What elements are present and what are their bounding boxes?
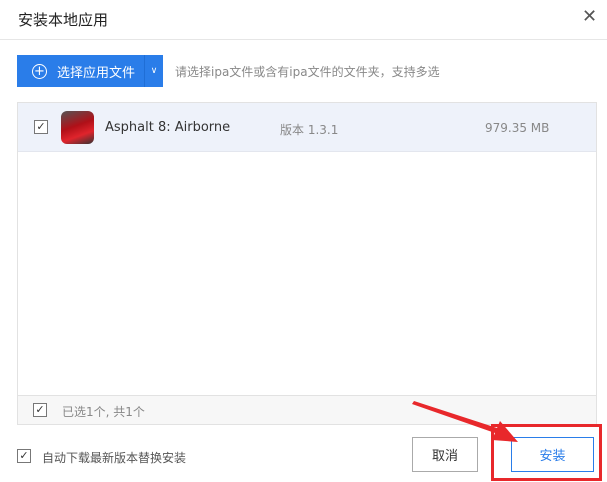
install-button[interactable]: 安装 <box>511 437 594 472</box>
select-all-checkbox[interactable]: ✓ <box>33 403 47 417</box>
hint-text: 请选择ipa文件或含有ipa文件的文件夹，支持多选 <box>175 65 440 79</box>
dialog-title: 安装本地应用 <box>18 11 109 29</box>
app-size: 979.35 MB <box>485 121 550 135</box>
selection-summary: 已选1个, 共1个 <box>62 405 145 419</box>
select-file-button[interactable]: + 选择应用文件 <box>17 55 145 87</box>
chevron-down-icon[interactable]: ∨ <box>145 66 163 76</box>
app-list: ✓ Asphalt 8: Airborne 版本 1.3.1 979.35 MB… <box>17 102 597 425</box>
auto-update-checkbox[interactable]: ✓ <box>17 449 31 463</box>
plus-circle-icon: + <box>32 63 47 79</box>
list-footer: ✓ 已选1个, 共1个 <box>18 395 596 424</box>
app-version: 版本 1.3.1 <box>280 123 339 137</box>
auto-update-label: 自动下载最新版本替换安装 <box>42 451 187 465</box>
select-file-button-group: + 选择应用文件 ∨ <box>17 55 163 87</box>
app-checkbox[interactable]: ✓ <box>34 120 48 134</box>
select-file-label: 选择应用文件 <box>57 65 136 81</box>
list-item[interactable]: ✓ Asphalt 8: Airborne 版本 1.3.1 979.35 MB <box>18 103 596 152</box>
divider <box>0 39 607 40</box>
cancel-button[interactable]: 取消 <box>412 437 478 472</box>
close-icon[interactable]: ✕ <box>582 6 597 27</box>
app-name: Asphalt 8: Airborne <box>105 120 231 135</box>
app-icon <box>61 111 94 144</box>
